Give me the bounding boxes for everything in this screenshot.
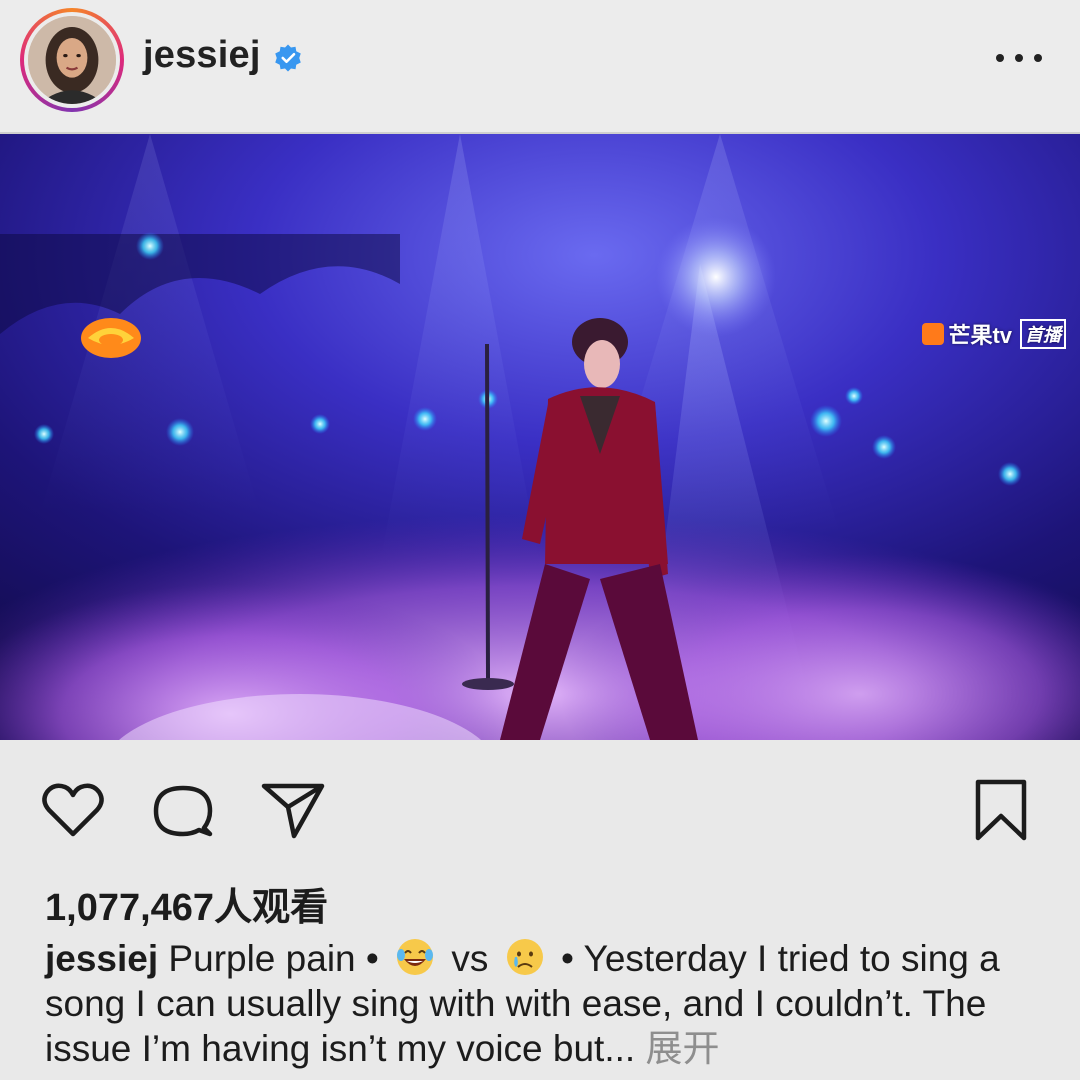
comment-bubble-icon[interactable] (148, 776, 218, 846)
post-header: jessiej (0, 0, 1080, 134)
verified-badge-icon (275, 44, 301, 72)
post-caption: jessiej Purple pain • vs • Yesterday I t… (45, 936, 1045, 1071)
view-count-suffix: 人观看 (214, 887, 329, 929)
concert-stage-frame (0, 134, 1080, 740)
heart-icon[interactable] (38, 776, 108, 846)
post-username[interactable]: jessiej (143, 34, 261, 77)
laughing-crying-emoji (397, 939, 434, 975)
hunan-tv-logo (81, 318, 141, 358)
avatar[interactable] (20, 8, 124, 112)
caption-text-part1: Purple pain • (158, 938, 390, 979)
crying-emoji (506, 939, 543, 975)
view-count[interactable]: 1,077,467人观看 (45, 876, 328, 931)
instagram-post: jessiej 芒果tv 首播 1,077,467人观看 jessiej Pur… (0, 0, 1080, 1080)
caption-expand-link[interactable]: 展开 (635, 1028, 719, 1069)
mango-tv-watermark: 芒果tv 首播 (922, 318, 1066, 350)
avatar-portrait-icon (28, 16, 116, 104)
user-avatar-image (28, 16, 116, 104)
paper-plane-icon[interactable] (258, 774, 328, 844)
more-options-icon[interactable] (996, 44, 1042, 72)
caption-username[interactable]: jessiej (45, 938, 158, 979)
post-actions (0, 742, 1080, 872)
bookmark-icon[interactable] (966, 776, 1036, 846)
caption-vs: vs (441, 938, 499, 979)
mango-tv-logo-icon (922, 323, 945, 345)
view-count-number: 1,077,467 (45, 887, 215, 929)
post-video[interactable]: 芒果tv 首播 (0, 134, 1080, 740)
